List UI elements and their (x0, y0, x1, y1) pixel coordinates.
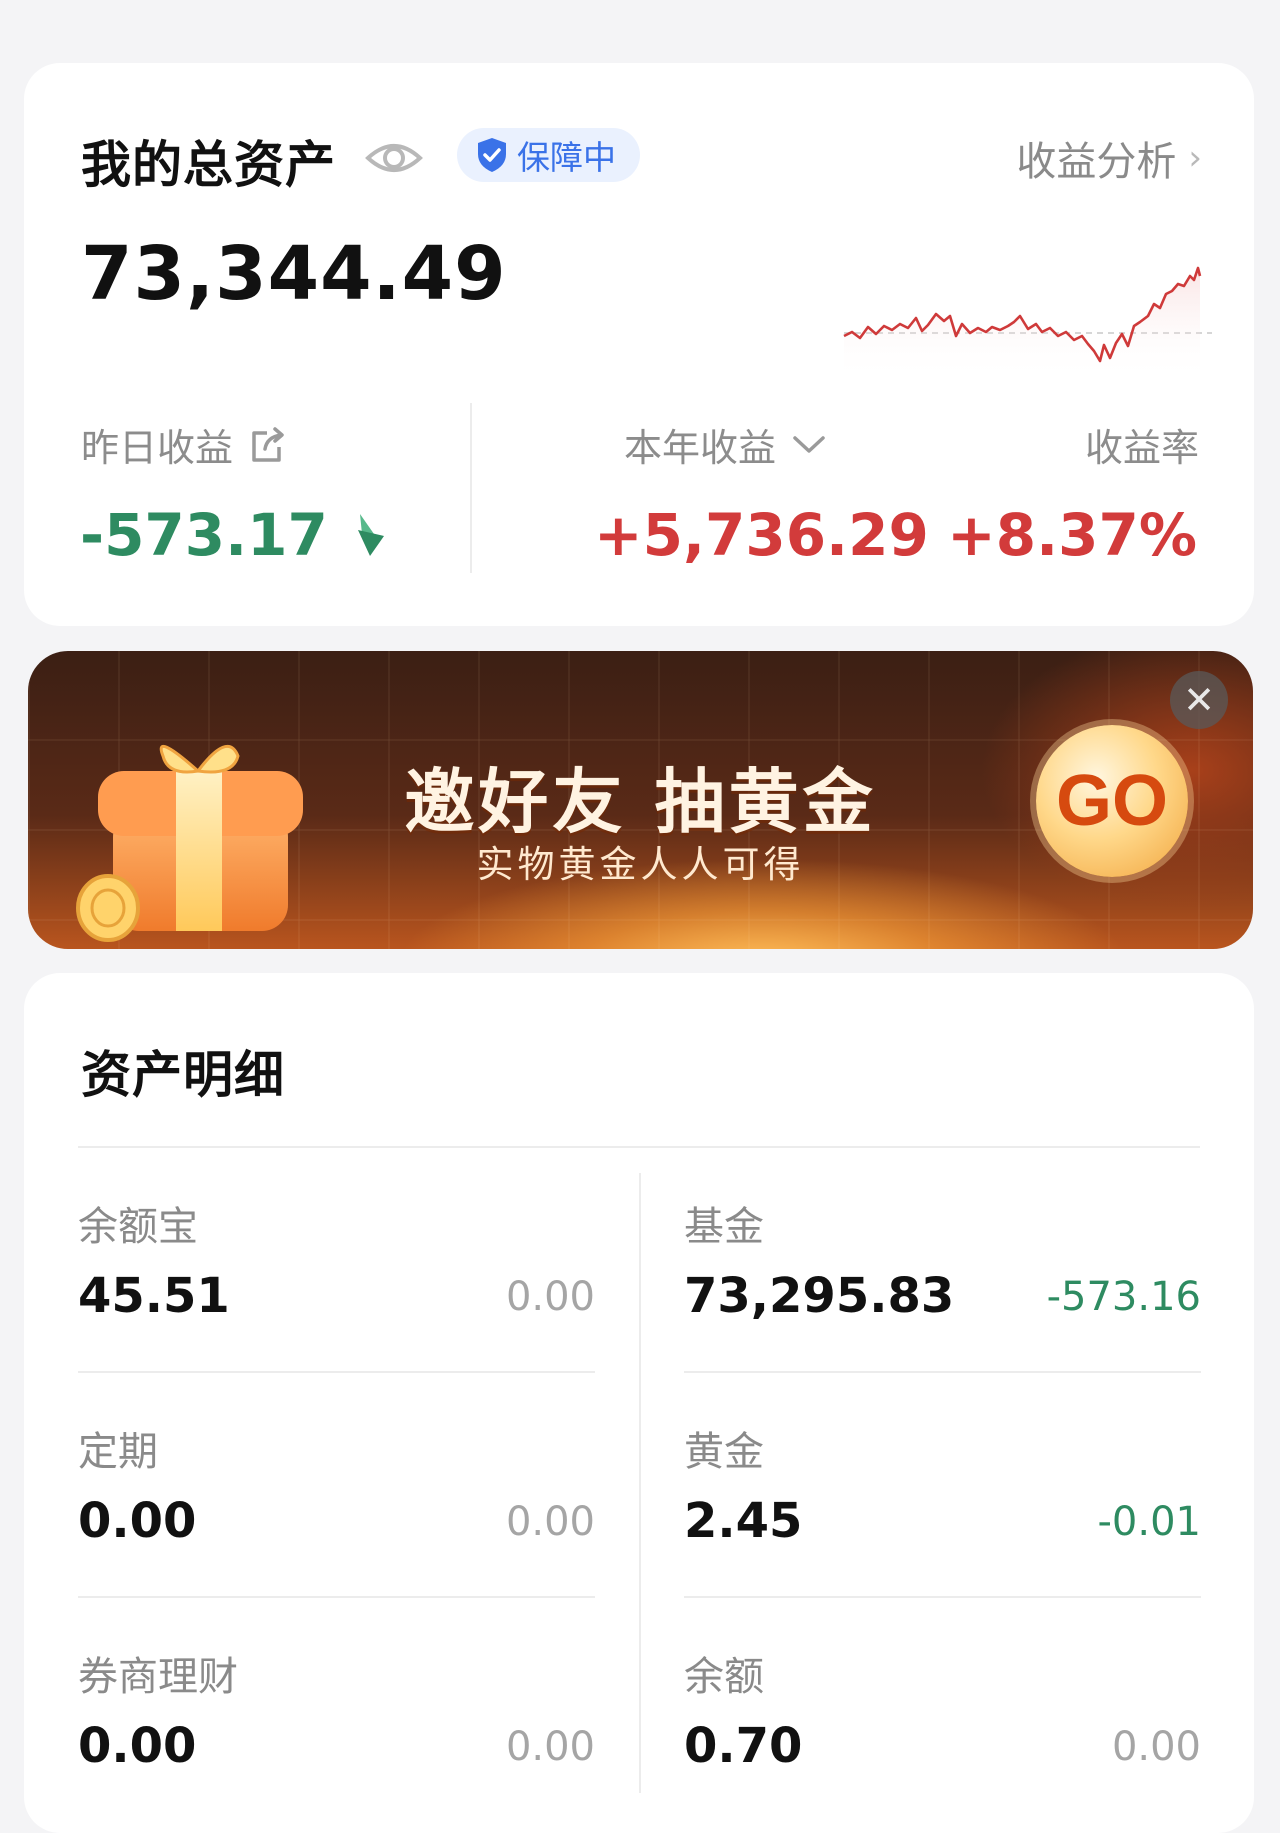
asset-item-fixed-term[interactable]: 定期 0.00 0.00 (78, 1373, 595, 1598)
asset-amount: 73,295.83 (684, 1268, 955, 1324)
asset-name: 基金 (684, 1204, 764, 1250)
asset-name: 余额 (684, 1654, 764, 1700)
eye-icon[interactable] (364, 128, 424, 188)
total-assets-value: 73,344.49 (81, 231, 507, 317)
asset-summary-card: 我的总资产 保障中 收益分析 › 73,344.49 昨日收益 -573.17 … (24, 63, 1254, 626)
asset-item-fund[interactable]: 基金 73,295.83 -573.16 (684, 1148, 1201, 1373)
close-icon[interactable]: ✕ (1170, 671, 1228, 729)
year-earnings-value: +5,736.29 (594, 501, 929, 569)
earnings-analysis-label: 收益分析 (1016, 139, 1177, 185)
total-assets-title: 我的总资产 (81, 136, 336, 194)
asset-name: 券商理财 (78, 1654, 238, 1700)
asset-change: -0.01 (1097, 1499, 1202, 1545)
earnings-sparkline[interactable] (842, 206, 1218, 381)
share-icon[interactable] (249, 425, 289, 465)
year-earnings-label: 本年收益 (624, 426, 777, 470)
stats-divider (470, 403, 472, 573)
asset-name: 黄金 (684, 1429, 764, 1475)
asset-name: 定期 (78, 1429, 158, 1475)
asset-amount: 0.70 (684, 1718, 803, 1774)
yesterday-earnings-label: 昨日收益 (81, 426, 234, 470)
asset-item-yuebao[interactable]: 余额宝 45.51 0.00 (78, 1148, 595, 1373)
asset-amount: 0.00 (78, 1718, 197, 1774)
asset-amount: 0.00 (78, 1493, 197, 1549)
asset-item-gold[interactable]: 黄金 2.45 -0.01 (684, 1373, 1201, 1598)
chevron-right-icon: › (1188, 138, 1202, 178)
asset-details-title: 资产明细 (81, 1046, 285, 1104)
asset-change: 0.00 (505, 1724, 595, 1770)
protection-badge[interactable]: 保障中 (457, 128, 640, 182)
return-rate-value: +8.37% (947, 501, 1197, 569)
invite-gold-banner[interactable]: 邀好友 抽黄金 实物黄金人人可得 GO ✕ (28, 651, 1253, 949)
return-rate-label: 收益率 (1084, 426, 1199, 470)
earnings-analysis-link[interactable]: 收益分析 › (1016, 129, 1202, 187)
asset-change: -573.16 (1046, 1274, 1201, 1320)
asset-details-card: 资产明细 余额宝 45.51 0.00 定期 0.00 0.00 券商理财 0.… (24, 973, 1254, 1833)
column-divider (639, 1173, 641, 1793)
shield-check-icon (478, 138, 506, 172)
asset-item-broker-wealth[interactable]: 券商理财 0.00 0.00 (78, 1598, 595, 1823)
asset-amount: 45.51 (78, 1268, 230, 1324)
asset-change: 0.00 (1111, 1724, 1201, 1770)
yesterday-earnings-label-group[interactable]: 昨日收益 (81, 417, 289, 472)
year-earnings-selector[interactable]: 本年收益 (624, 417, 826, 472)
go-button[interactable]: GO (1036, 725, 1188, 877)
asset-name: 余额宝 (78, 1204, 198, 1250)
chevron-down-icon (793, 435, 825, 453)
yesterday-earnings: -573.17 (80, 501, 388, 569)
asset-change: 0.00 (505, 1274, 595, 1320)
yesterday-earnings-value: -573.17 (80, 501, 328, 569)
asset-item-balance[interactable]: 余额 0.70 0.00 (684, 1598, 1201, 1823)
asset-change: 0.00 (505, 1499, 595, 1545)
badge-label: 保障中 (517, 138, 616, 177)
asset-amount: 2.45 (684, 1493, 803, 1549)
down-arrow-icon (357, 514, 384, 556)
